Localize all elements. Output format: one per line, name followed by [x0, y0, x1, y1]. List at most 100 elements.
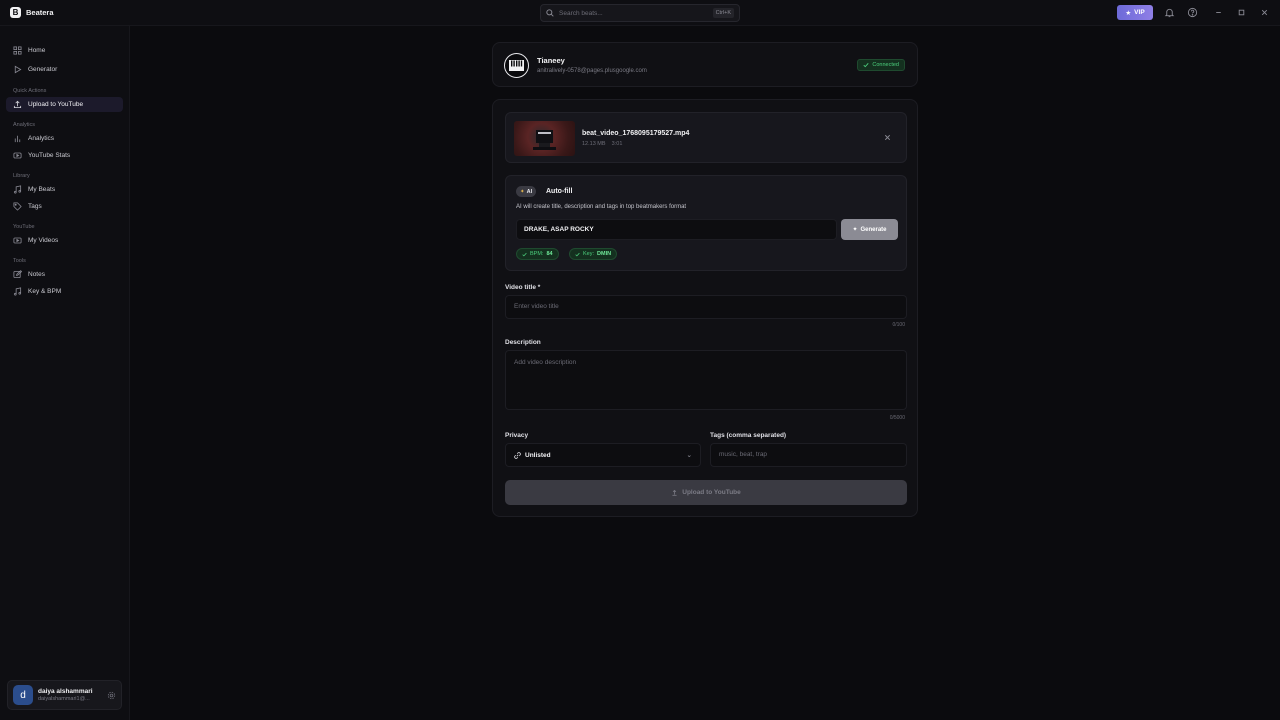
upload-to-youtube-button[interactable]: Upload to YouTube [505, 480, 907, 505]
app-logo[interactable]: B Beatera [10, 7, 54, 18]
autofill-description: AI will create title, description and ta… [516, 204, 687, 210]
check-icon [522, 252, 527, 256]
sidebar-item-label: Generator [28, 66, 58, 73]
link-icon [514, 451, 521, 459]
section-library: Library [13, 173, 30, 179]
avatar: d [13, 685, 33, 705]
logo-mark: B [10, 7, 21, 18]
vip-label: VIP [1134, 9, 1145, 16]
file-duration: 3:01 [611, 141, 623, 147]
user-name: daiya alshammari [38, 688, 93, 695]
status-text: Connected [872, 62, 899, 68]
sparkle-icon: ✦ [852, 227, 858, 233]
ai-badge-label: AI [526, 188, 533, 195]
video-icon [13, 237, 22, 244]
privacy-label: Privacy [505, 432, 529, 439]
selected-file: beat_video_1768095179527.mp4 12.13 MB 3:… [505, 112, 907, 163]
bell-icon[interactable] [1164, 7, 1175, 18]
autofill-panel: ✦ AI Auto-fill AI will create title, des… [505, 175, 907, 271]
privacy-select[interactable]: Unlisted ⌄ [505, 443, 701, 467]
upload-icon [672, 489, 677, 496]
sidebar-item-label: My Beats [28, 186, 56, 193]
description-textarea[interactable]: Add video description [505, 350, 907, 410]
sidebar-item-youtube-stats[interactable]: YouTube Stats [6, 148, 123, 163]
upload-form-card: beat_video_1768095179527.mp4 12.13 MB 3:… [492, 99, 918, 517]
channel-avatar [504, 53, 529, 78]
sidebar-item-home[interactable]: Home [6, 43, 123, 58]
sidebar-item-my-videos[interactable]: My Videos [6, 233, 123, 248]
sidebar-item-upload-to-youtube[interactable]: Upload to YouTube [6, 97, 123, 112]
channel-name: Tianeey [537, 56, 565, 65]
close-icon [884, 134, 891, 141]
status-badge: Connected [857, 59, 905, 71]
search-input[interactable]: Search beats... [559, 10, 713, 17]
remove-file-button[interactable] [883, 133, 892, 142]
sidebar-item-key-bpm[interactable]: Key & BPM [6, 284, 123, 299]
sidebar: Home Generator Quick Actions Upload to Y… [0, 26, 130, 720]
app-name: Beatera [26, 8, 54, 17]
title-char-counter: 0/100 [892, 322, 905, 328]
gear-icon[interactable] [107, 691, 116, 700]
sparkle-icon: ✦ [520, 188, 525, 195]
key-label: Key: [583, 251, 595, 257]
maximize-icon[interactable] [1236, 7, 1247, 18]
file-meta: 12.13 MB 3:01 [582, 141, 622, 147]
sidebar-item-label: Upload to YouTube [28, 101, 84, 108]
check-icon [863, 63, 869, 68]
key-value: DMIN [597, 251, 612, 257]
upload-label: Upload to YouTube [682, 489, 741, 496]
sidebar-item-notes[interactable]: Notes [6, 267, 123, 282]
title-bar: B Beatera Search beats... Ctrl+K ★ VIP [0, 0, 1280, 26]
artist-input[interactable]: DRAKE, ASAP ROCKY [516, 219, 837, 240]
ai-badge: ✦ AI [516, 186, 537, 197]
section-quick-actions: Quick Actions [13, 88, 47, 94]
youtube-icon [13, 152, 22, 159]
privacy-value: Unlisted [525, 451, 551, 459]
description-char-counter: 0/5000 [889, 415, 905, 421]
music-note-icon [13, 287, 22, 296]
tags-input[interactable]: music, beat, trap [710, 443, 907, 467]
sidebar-item-label: Analytics [28, 135, 55, 142]
music-icon [13, 185, 22, 194]
sidebar-item-label: My Videos [28, 237, 59, 244]
piano-icon [509, 60, 524, 71]
section-analytics: Analytics [13, 122, 36, 128]
user-profile-card[interactable]: d daiya alshammari daiyalshammari1@... [7, 680, 122, 710]
grid-icon [13, 46, 22, 55]
search-bar[interactable]: Search beats... Ctrl+K [540, 4, 740, 22]
description-label: Description [505, 339, 541, 346]
channel-card: Tianeey anitralively-0578@pages.plusgoog… [492, 42, 918, 87]
bpm-value: 84 [546, 251, 553, 257]
autofill-title: Auto-fill [546, 188, 573, 195]
play-icon [14, 65, 22, 74]
bar-chart-icon [14, 135, 21, 143]
video-thumbnail [514, 121, 575, 156]
video-title-input[interactable]: Enter video title [505, 295, 907, 319]
tag-icon [13, 202, 22, 211]
sidebar-item-tags[interactable]: Tags [6, 199, 123, 214]
search-icon [546, 9, 554, 17]
sidebar-item-label: Home [28, 47, 46, 54]
edit-icon [13, 270, 22, 279]
channel-email: anitralively-0578@pages.plusgoogle.com [537, 68, 647, 74]
file-size: 12.13 MB [582, 141, 606, 147]
sidebar-item-label: Tags [28, 203, 42, 210]
star-icon: ★ [1125, 9, 1132, 17]
file-name: beat_video_1768095179527.mp4 [582, 130, 690, 137]
sidebar-item-generator[interactable]: Generator [6, 62, 123, 77]
sidebar-item-analytics[interactable]: Analytics [6, 131, 123, 146]
tags-label: Tags (comma separated) [710, 432, 787, 439]
help-icon[interactable] [1187, 7, 1198, 18]
video-title-label: Video title * [505, 284, 541, 291]
sidebar-item-my-beats[interactable]: My Beats [6, 182, 123, 197]
minimize-icon[interactable] [1213, 7, 1224, 18]
user-email: daiyalshammari1@... [38, 696, 90, 702]
chevron-down-icon: ⌄ [686, 452, 692, 459]
key-chip: Key: DMIN [569, 248, 618, 260]
sidebar-item-label: YouTube Stats [28, 152, 71, 159]
section-tools: Tools [13, 258, 26, 264]
vip-button[interactable]: ★ VIP [1117, 5, 1153, 20]
upload-icon [13, 100, 22, 109]
generate-button[interactable]: ✦ Generate [841, 219, 898, 240]
close-icon[interactable] [1259, 7, 1270, 18]
